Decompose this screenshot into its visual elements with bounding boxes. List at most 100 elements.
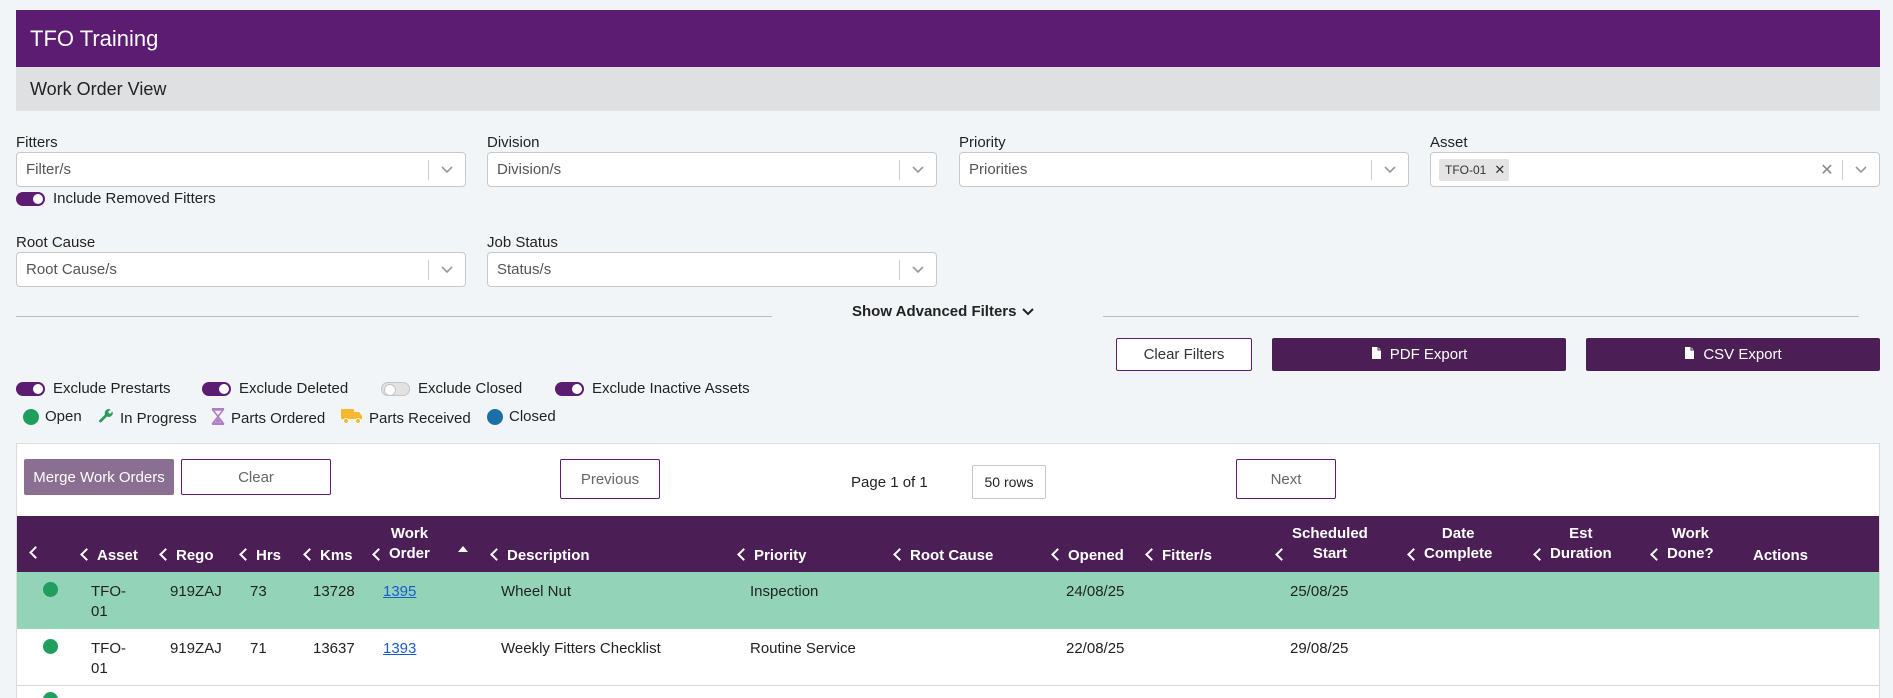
column-header-root-cause-label: Root Cause [910, 547, 994, 564]
cell-asset-line-1: TFO- [91, 640, 126, 657]
chevron-down-icon[interactable] [1372, 165, 1408, 174]
job-status-select[interactable]: Status/s [487, 252, 937, 287]
chevron-down-icon[interactable] [900, 165, 936, 174]
column-header-kms[interactable]: Kms [303, 547, 353, 564]
exclude-inactive-assets-toggle-row[interactable]: Exclude Inactive Assets [555, 380, 750, 397]
chevron-down-icon[interactable] [429, 265, 465, 274]
chevron-left-icon [1533, 548, 1546, 561]
collapse-column-toggle[interactable] [29, 546, 42, 562]
chevron-left-icon [737, 548, 750, 561]
exclude-closed-toggle-row[interactable]: Exclude Closed [381, 380, 522, 397]
app-title: TFO Training [30, 26, 159, 51]
division-label: Division [487, 134, 540, 151]
fitters-label: Fitters [16, 134, 58, 151]
chevron-left-icon [1407, 548, 1420, 561]
root-cause-select[interactable]: Root Cause/s [16, 252, 466, 287]
column-header-work-order[interactable]: Work Order [372, 524, 430, 564]
column-header-opened[interactable]: Opened [1051, 547, 1124, 564]
chevron-left-icon [80, 548, 93, 561]
column-header-asset[interactable]: Asset [80, 547, 138, 564]
column-header-est-duration[interactable]: Est Duration [1533, 524, 1612, 564]
exclude-prestarts-toggle[interactable] [16, 381, 45, 396]
asset-chip: TFO-01 ✕ [1439, 158, 1510, 181]
column-header-hrs[interactable]: Hrs [239, 547, 281, 564]
legend-parts-ordered-label: Parts Ordered [231, 410, 326, 427]
chevron-down-icon [1022, 303, 1035, 320]
table-row[interactable]: TFO- 01 919ZAJ 71 13637 1393 Weekly Fitte… [17, 629, 1879, 686]
csv-export-button[interactable]: CSV Export [1586, 338, 1880, 371]
merge-work-orders-label: Merge Work Orders [33, 468, 165, 486]
show-advanced-filters-link[interactable]: Show Advanced Filters [852, 303, 1035, 320]
division-select[interactable]: Division/s [487, 152, 937, 187]
truck-icon [341, 408, 363, 428]
column-header-work-order-label-2: Order [389, 545, 430, 562]
work-order-link[interactable]: 1393 [383, 639, 416, 659]
cell-scheduled-start: 25/08/25 [1290, 583, 1349, 600]
job-status-label: Job Status [487, 234, 558, 251]
cell-asset: TFO- 01 [91, 639, 126, 679]
column-header-date-complete[interactable]: Date Complete [1407, 524, 1492, 564]
column-header-rego[interactable]: Rego [159, 547, 214, 564]
cell-opened: 22/08/25 [1066, 640, 1125, 657]
table-row[interactable] [17, 687, 1879, 698]
chevron-left-icon [1275, 548, 1288, 561]
column-header-root-cause[interactable]: Root Cause [893, 547, 994, 564]
exclude-deleted-toggle-row[interactable]: Exclude Deleted [202, 380, 348, 397]
next-page-button[interactable]: Next [1236, 459, 1336, 499]
chevron-down-icon[interactable] [1843, 165, 1879, 174]
csv-export-label: CSV Export [1703, 346, 1782, 363]
cell-opened: 24/08/25 [1066, 583, 1125, 600]
column-header-priority[interactable]: Priority [737, 547, 807, 564]
cell-description: Weekly Fitters Checklist [501, 640, 661, 657]
open-status-icon [43, 692, 58, 698]
exclude-deleted-toggle[interactable] [202, 381, 231, 396]
column-header-actions: Actions [1753, 547, 1808, 564]
column-header-scheduled-start[interactable]: Scheduled Start [1275, 524, 1368, 564]
table-row[interactable]: TFO- 01 919ZAJ 73 13728 1395 Wheel Nut In… [17, 572, 1879, 629]
asset-select[interactable]: TFO-01 ✕ ✕ [1430, 152, 1880, 187]
column-header-work-done[interactable]: Work Done? [1650, 524, 1714, 564]
cell-asset-line-1: TFO- [91, 583, 126, 600]
clear-filters-button[interactable]: Clear Filters [1116, 338, 1252, 371]
fitters-select[interactable]: Filter/s [16, 152, 466, 187]
column-header-fitters[interactable]: Fitter/s [1145, 547, 1212, 564]
clear-selection-button[interactable]: Clear [181, 459, 331, 495]
app-title-bar: TFO Training [16, 10, 1880, 67]
chevron-down-icon[interactable] [900, 265, 936, 274]
fitters-placeholder: Filter/s [26, 161, 71, 178]
clear-selection-label: Clear [238, 468, 274, 486]
legend-parts-received-label: Parts Received [369, 409, 471, 427]
page-title-bar: Work Order View [16, 67, 1880, 111]
cell-kms: 13728 [313, 583, 355, 600]
include-removed-toggle[interactable] [16, 191, 45, 206]
column-header-est-duration-label-1: Est [1569, 525, 1593, 542]
pdf-export-button[interactable]: PDF Export [1272, 338, 1566, 371]
cell-asset-line-2: 01 [91, 603, 108, 620]
priority-select[interactable]: Priorities [959, 152, 1409, 187]
open-dot-icon [23, 408, 39, 425]
exclude-inactive-assets-toggle[interactable] [555, 381, 584, 396]
sort-asc-icon[interactable] [458, 546, 468, 552]
work-order-link[interactable]: 1395 [383, 582, 416, 602]
open-status-icon [43, 582, 58, 597]
column-header-description[interactable]: Description [490, 547, 590, 564]
column-header-date-complete-label-1: Date [1441, 525, 1475, 542]
chip-remove-icon[interactable]: ✕ [1494, 162, 1505, 178]
legend-open: Open [23, 408, 82, 425]
legend-parts-ordered: Parts Ordered [211, 408, 325, 429]
rows-per-page-select[interactable]: 50 rows [972, 465, 1046, 499]
open-status-icon [43, 639, 58, 654]
clear-icon[interactable]: ✕ [1812, 160, 1842, 180]
exclude-closed-toggle[interactable] [381, 381, 410, 396]
chevron-left-icon [893, 548, 906, 561]
divider-right [1103, 316, 1859, 317]
rows-per-page-label: 50 rows [984, 474, 1034, 490]
column-header-work-done-label-1: Work [1671, 525, 1709, 542]
page-indicator: Page 1 of 1 [851, 474, 928, 491]
column-header-work-order-label-1: Work [390, 525, 429, 542]
merge-work-orders-button[interactable]: Merge Work Orders [24, 459, 174, 495]
previous-page-button[interactable]: Previous [560, 459, 660, 499]
chevron-down-icon[interactable] [429, 165, 465, 174]
include-removed-toggle-row[interactable]: Include Removed Fitters [16, 190, 216, 207]
exclude-prestarts-toggle-row[interactable]: Exclude Prestarts [16, 380, 171, 397]
